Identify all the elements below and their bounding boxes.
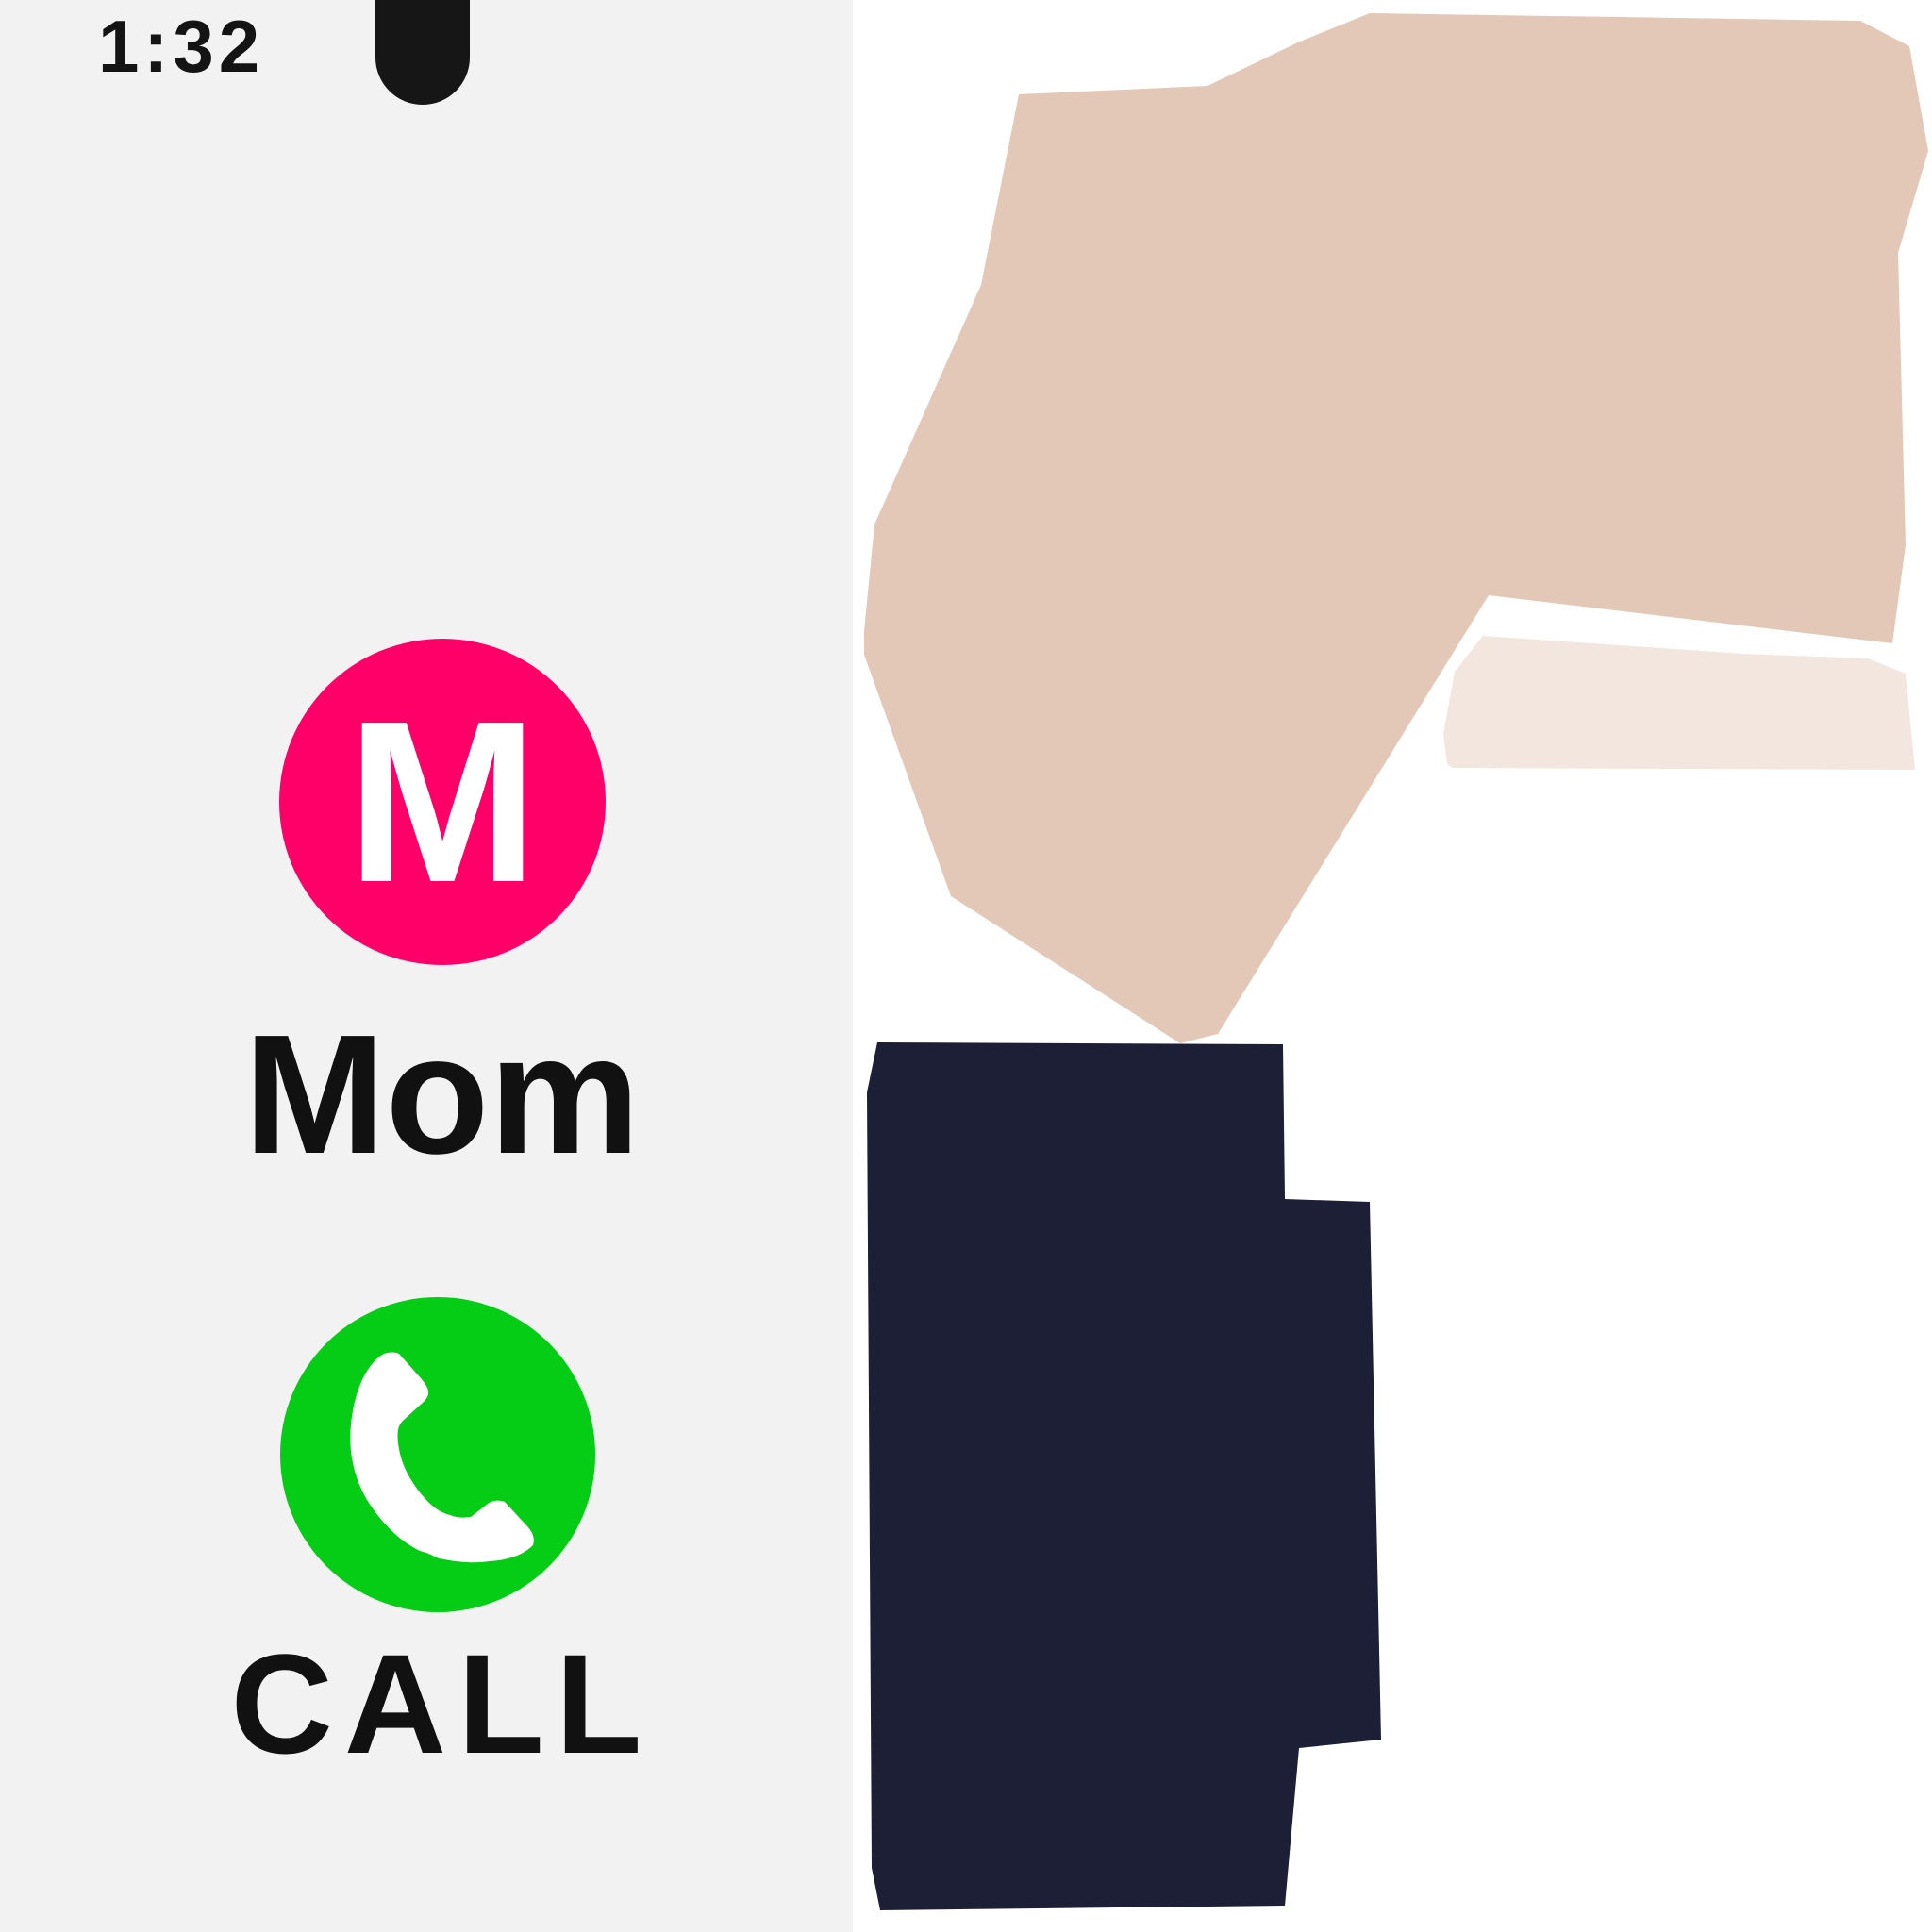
person-shirt-sleeve (1443, 636, 1915, 770)
scene: 1:32 M Mom CALL (0, 0, 1932, 1932)
person-arm (864, 13, 1928, 1043)
person-pants (867, 1042, 1381, 1910)
person-figure (864, 13, 1928, 1910)
